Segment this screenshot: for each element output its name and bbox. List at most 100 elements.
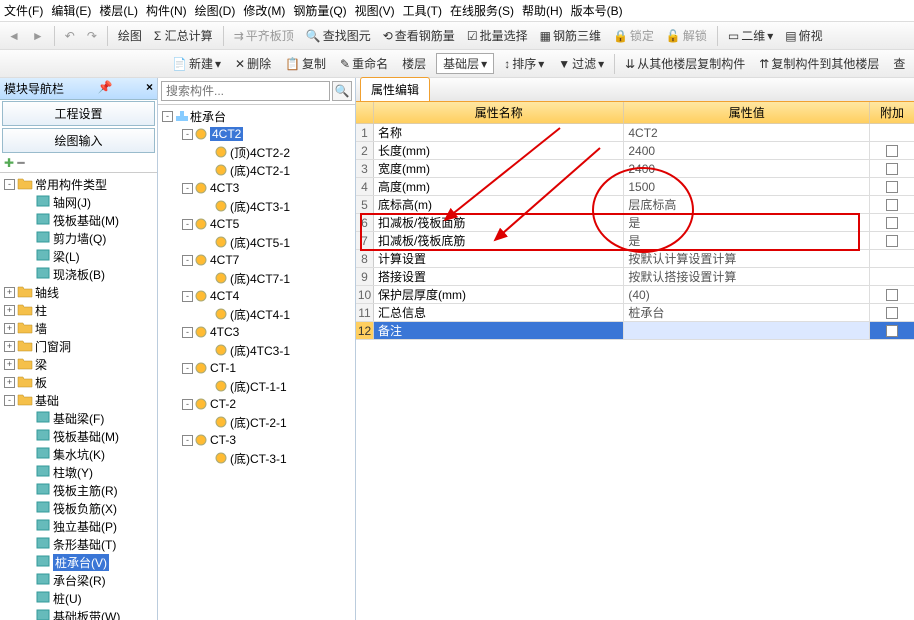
batch-select-button[interactable]: ☑ 批量选择	[463, 25, 532, 46]
component-item[interactable]: (底)4CT5-1	[158, 233, 355, 251]
menu-item[interactable]: 在线服务(S)	[450, 2, 514, 19]
menu-item[interactable]: 绘图(D)	[195, 2, 236, 19]
component-item[interactable]: (底)4CT2-1	[158, 161, 355, 179]
layer-dropdown[interactable]: 基础层 ▾	[436, 53, 494, 74]
component-item[interactable]: -4CT7	[158, 251, 355, 269]
close-icon[interactable]: ×	[146, 80, 153, 97]
tree-item[interactable]: 基础梁(F)	[0, 409, 157, 427]
prop-value[interactable]: (40)	[624, 286, 870, 303]
property-row[interactable]: 10保护层厚度(mm)(40)	[356, 286, 914, 304]
component-item[interactable]: -4CT3	[158, 179, 355, 197]
expand-toggle[interactable]: -	[182, 183, 193, 194]
property-row[interactable]: 2长度(mm)2400	[356, 142, 914, 160]
tree-item[interactable]: 筏板基础(M)	[0, 427, 157, 445]
component-item[interactable]: -CT-3	[158, 431, 355, 449]
tree-item[interactable]: 剪力墙(Q)	[0, 229, 157, 247]
sum-button[interactable]: Σ 汇总计算	[150, 25, 217, 46]
expand-toggle[interactable]: -	[162, 111, 173, 122]
sort-button[interactable]: ↕ 排序 ▾	[500, 53, 548, 74]
tree-item[interactable]: +板	[0, 373, 157, 391]
component-item[interactable]: (底)4CT3-1	[158, 197, 355, 215]
menu-item[interactable]: 版本号(B)	[571, 2, 623, 19]
component-item[interactable]: (底)CT-3-1	[158, 449, 355, 467]
search-go-icon[interactable]: 🔍	[332, 81, 352, 101]
property-row[interactable]: 4高度(mm)1500	[356, 178, 914, 196]
tree-item[interactable]: 桩承台(V)	[0, 553, 157, 571]
2d-dropdown[interactable]: ▭ 二维 ▾	[724, 25, 777, 46]
tree-item[interactable]: +柱	[0, 301, 157, 319]
redo-icon[interactable]: ↷	[83, 27, 101, 45]
tree-item[interactable]: +梁	[0, 355, 157, 373]
menu-item[interactable]: 楼层(L)	[99, 2, 138, 19]
property-row[interactable]: 1名称4CT2	[356, 124, 914, 142]
tree-item[interactable]: 轴网(J)	[0, 193, 157, 211]
tree-item[interactable]: 筏板负筋(X)	[0, 499, 157, 517]
expand-toggle[interactable]: -	[182, 291, 193, 302]
tree-item[interactable]: +门窗洞	[0, 337, 157, 355]
expand-toggle[interactable]: +	[4, 287, 15, 298]
category-tree[interactable]: -常用构件类型轴网(J)筏板基础(M)剪力墙(Q)梁(L)现浇板(B)+轴线+柱…	[0, 173, 157, 620]
tree-item[interactable]: -常用构件类型	[0, 175, 157, 193]
property-row[interactable]: 12备注	[356, 322, 914, 340]
tree-item[interactable]: 梁(L)	[0, 247, 157, 265]
tree-item[interactable]: 承台梁(R)	[0, 571, 157, 589]
tree-item[interactable]: 集水坑(K)	[0, 445, 157, 463]
prop-value[interactable]	[624, 322, 870, 339]
search-input[interactable]	[161, 81, 330, 101]
tree-item[interactable]: 基础板带(W)	[0, 607, 157, 620]
component-item[interactable]: -4CT4	[158, 287, 355, 305]
tree-item[interactable]: 筏板主筋(R)	[0, 481, 157, 499]
tab-property-edit[interactable]: 属性编辑	[360, 77, 430, 101]
expand-toggle[interactable]: +	[4, 359, 15, 370]
prop-value[interactable]: 按默认计算设置计算	[624, 250, 870, 267]
copy-from-floor-button[interactable]: ⇊ 从其他楼层复制构件	[621, 53, 749, 74]
expand-toggle[interactable]: +	[4, 377, 15, 388]
checkbox[interactable]	[886, 145, 898, 157]
menu-item[interactable]: 工具(T)	[403, 2, 442, 19]
property-row[interactable]: 9搭接设置按默认搭接设置计算	[356, 268, 914, 286]
component-item[interactable]: -4CT2	[158, 125, 355, 143]
prop-value[interactable]: 桩承台	[624, 304, 870, 321]
copy-button[interactable]: 📋 复制	[281, 53, 330, 74]
expand-toggle[interactable]: -	[182, 327, 193, 338]
checkbox[interactable]	[886, 217, 898, 229]
property-row[interactable]: 5底标高(m)层底标高	[356, 196, 914, 214]
menu-item[interactable]: 文件(F)	[4, 2, 43, 19]
unlock-button[interactable]: 🔓 解锁	[662, 25, 711, 46]
draw-button[interactable]: 绘图	[114, 25, 146, 46]
lock-button[interactable]: 🔒 锁定	[609, 25, 658, 46]
pin-icon[interactable]: 📌	[98, 80, 113, 97]
expand-toggle[interactable]: +	[4, 305, 15, 316]
prop-value[interactable]: 2400	[624, 142, 870, 159]
filter-button[interactable]: ▼ 过滤 ▾	[554, 53, 608, 74]
delete-button[interactable]: ✕ 删除	[231, 53, 275, 74]
expand-toggle[interactable]: -	[182, 363, 193, 374]
expand-toggle[interactable]: -	[182, 219, 193, 230]
tree-item[interactable]: 柱墩(Y)	[0, 463, 157, 481]
component-item[interactable]: -桩承台	[158, 107, 355, 125]
property-row[interactable]: 3宽度(mm)2400	[356, 160, 914, 178]
align-top-button[interactable]: ⇉ 平齐板顶	[230, 25, 298, 46]
prop-value[interactable]: 1500	[624, 178, 870, 195]
expand-toggle[interactable]: +	[4, 323, 15, 334]
menu-item[interactable]: 编辑(E)	[51, 2, 91, 19]
expand-toggle[interactable]: -	[4, 395, 15, 406]
component-item[interactable]: -CT-1	[158, 359, 355, 377]
expand-toggle[interactable]: -	[182, 129, 193, 140]
tree-item[interactable]: 条形基础(T)	[0, 535, 157, 553]
prop-value[interactable]: 按默认搭接设置计算	[624, 268, 870, 285]
component-item[interactable]: (顶)4CT2-2	[158, 143, 355, 161]
tree-item[interactable]: 筏板基础(M)	[0, 211, 157, 229]
menu-item[interactable]: 构件(N)	[146, 2, 187, 19]
component-item[interactable]: (底)4TC3-1	[158, 341, 355, 359]
checkbox[interactable]	[886, 163, 898, 175]
collapse-icon[interactable]: ━	[17, 156, 24, 170]
menu-item[interactable]: 修改(M)	[243, 2, 285, 19]
expand-toggle[interactable]: -	[182, 435, 193, 446]
component-item[interactable]: -CT-2	[158, 395, 355, 413]
toolbar-prev[interactable]: ◄	[4, 27, 24, 45]
undo-icon[interactable]: ↶	[61, 27, 79, 45]
prop-value[interactable]: 2400	[624, 160, 870, 177]
component-item[interactable]: (底)4CT7-1	[158, 269, 355, 287]
tree-item[interactable]: 桩(U)	[0, 589, 157, 607]
